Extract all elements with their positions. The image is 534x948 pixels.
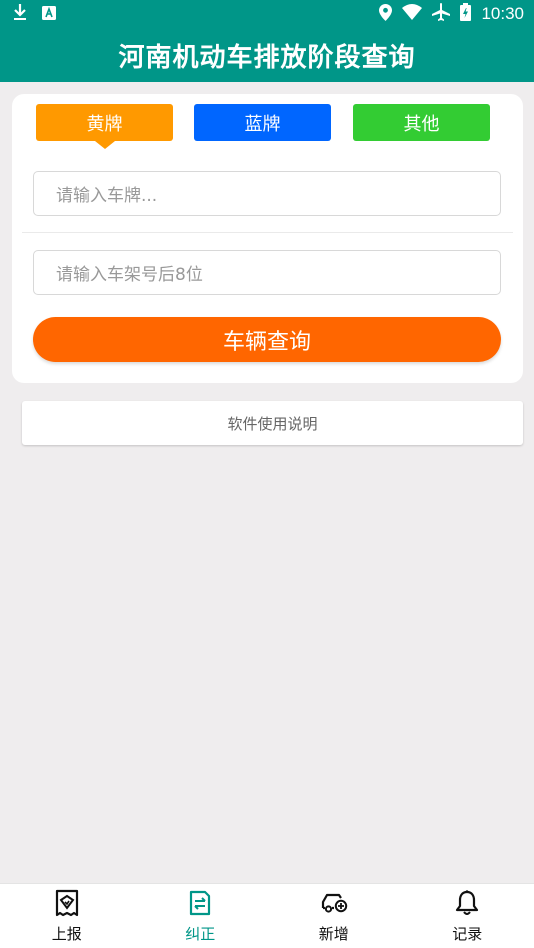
nav-item-add[interactable]: 新增	[267, 884, 401, 948]
nav-item-report[interactable]: 上报	[0, 884, 134, 948]
bell-icon	[453, 889, 481, 921]
query-button-label: 车辆查询	[222, 329, 311, 355]
plate-type-label: 蓝牌	[244, 113, 281, 135]
divider	[22, 232, 513, 233]
plate-type-other-button[interactable]: 其他	[353, 104, 490, 141]
plate-number-input[interactable]: 请输入车牌...	[33, 171, 501, 216]
vehicle-query-button[interactable]: 车辆查询	[33, 317, 501, 362]
usage-instructions-label: 软件使用说明	[227, 414, 318, 433]
nav-item-records[interactable]: 记录	[401, 884, 534, 948]
nav-item-correct[interactable]: 纠正	[134, 884, 268, 948]
nav-label: 上报	[51, 924, 82, 943]
clock-time: 10:30	[481, 4, 524, 23]
plate-type-yellow-button[interactable]: 黄牌	[36, 104, 173, 141]
vin-input[interactable]: 请输入车架号后8位	[33, 250, 501, 295]
download-icon	[12, 3, 28, 25]
plate-type-blue-button[interactable]: 蓝牌	[194, 104, 331, 141]
airplane-icon	[432, 3, 451, 25]
bottom-navigation: 上报 纠正 新增 记录	[0, 883, 534, 948]
nav-label: 记录	[452, 924, 483, 943]
app-title-bar: 河南机动车排放阶段查询	[0, 28, 534, 82]
nav-label: 新增	[318, 924, 349, 943]
query-card: 黄牌 蓝牌 其他 请输入车牌... 请输入车架号后8位 车辆查询	[12, 94, 523, 383]
correct-icon	[186, 889, 214, 921]
selected-indicator-arrow	[95, 141, 115, 149]
nav-label: 纠正	[185, 924, 216, 943]
wifi-icon	[402, 4, 423, 24]
add-vehicle-icon	[320, 889, 348, 921]
plate-type-label: 其他	[403, 113, 440, 135]
battery-icon	[460, 3, 472, 25]
plate-number-placeholder: 请输入车牌...	[56, 186, 158, 206]
location-icon	[379, 3, 393, 25]
status-bar: 10:30	[0, 0, 534, 28]
usage-instructions-button[interactable]: 软件使用说明	[22, 401, 523, 445]
a-notification-icon	[42, 5, 56, 24]
plate-type-label: 黄牌	[86, 113, 123, 135]
report-icon	[53, 889, 81, 921]
vin-placeholder: 请输入车架号后8位	[56, 265, 203, 285]
page-title: 河南机动车排放阶段查询	[118, 42, 416, 73]
